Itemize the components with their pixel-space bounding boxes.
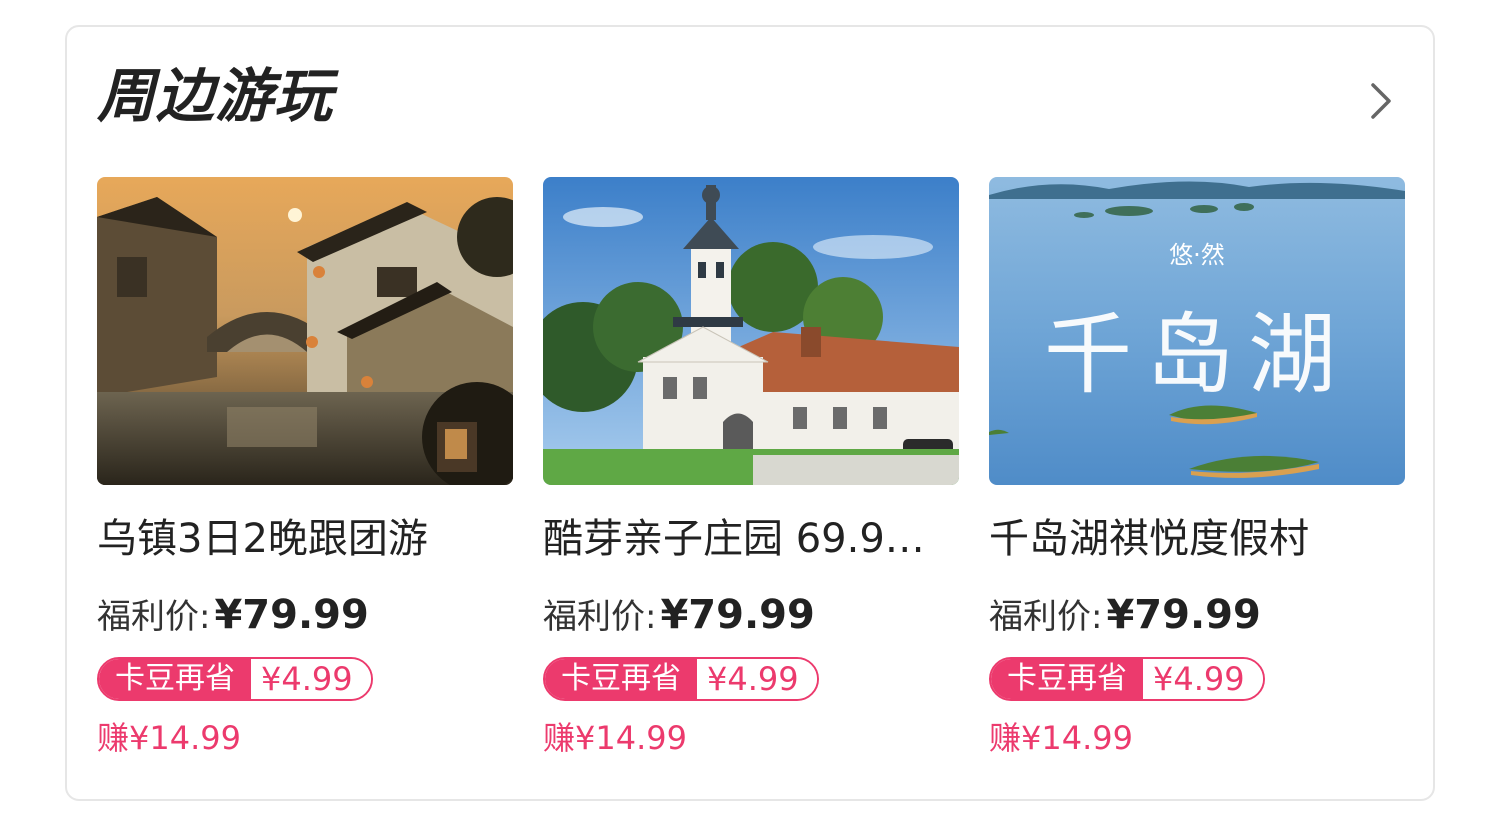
coupon-badge: 卡豆再省 ¥4.99 [989,657,1265,701]
coupon-label: 卡豆再省 [545,659,697,699]
earn-amount: 赚¥14.99 [97,719,241,757]
earn-amount: 赚¥14.99 [989,719,1133,757]
price-value: ¥79.99 [214,592,369,638]
coupon-badge: 卡豆再省 ¥4.99 [97,657,373,701]
product-card[interactable]: 悠·然 千岛湖 千岛湖祺悦度假村 福利价: ¥79.99 卡豆再省 ¥4.99 赚… [989,177,1405,767]
more-button[interactable] [1359,79,1403,123]
product-name: 千岛湖祺悦度假村 [989,516,1309,562]
coupon-value: ¥4.99 [1143,659,1263,699]
chevron-right-icon [1371,83,1391,119]
price-label: 福利价: [97,597,211,637]
price-row: 福利价: ¥79.99 [989,595,1261,635]
price-label: 福利价: [543,597,657,637]
price-row: 福利价: ¥79.99 [543,595,815,635]
coupon-badge: 卡豆再省 ¥4.99 [543,657,819,701]
coupon-label: 卡豆再省 [99,659,251,699]
product-image-qiandao-lake[interactable]: 悠·然 千岛湖 [989,177,1405,485]
product-name: 乌镇3日2晚跟团游 [97,516,428,562]
price-row: 福利价: ¥79.99 [97,595,369,635]
price-label: 福利价: [989,597,1103,637]
price-value: ¥79.99 [660,592,815,638]
product-card[interactable]: 酷芽亲子庄园 69.9… 福利价: ¥79.99 卡豆再省 ¥4.99 赚¥14.… [543,177,959,767]
image-caption-small: 悠·然 [1169,241,1225,269]
product-image-manor[interactable] [543,177,959,485]
section-title: 周边游玩 [97,62,334,130]
price-value: ¥79.99 [1106,592,1261,638]
earn-amount: 赚¥14.99 [543,719,687,757]
coupon-value: ¥4.99 [251,659,371,699]
image-caption-large: 千岛湖 [1044,303,1350,406]
product-name: 酷芽亲子庄园 69.9… [543,516,925,562]
coupon-label: 卡豆再省 [991,659,1143,699]
product-card[interactable]: 乌镇3日2晚跟团游 福利价: ¥79.99 卡豆再省 ¥4.99 赚¥14.99 [97,177,513,767]
product-image-wuzhen[interactable] [97,177,513,485]
product-list: 乌镇3日2晚跟团游 福利价:¥79.99 卡豆再省 ¥4.99 赚¥14.99 [97,177,1407,777]
nearby-fun-card: 周边游玩 乌镇3日2晚跟团游 福利价: ¥79.99 卡豆再省 ¥4.99 赚¥… [65,25,1435,801]
coupon-value: ¥4.99 [697,659,817,699]
